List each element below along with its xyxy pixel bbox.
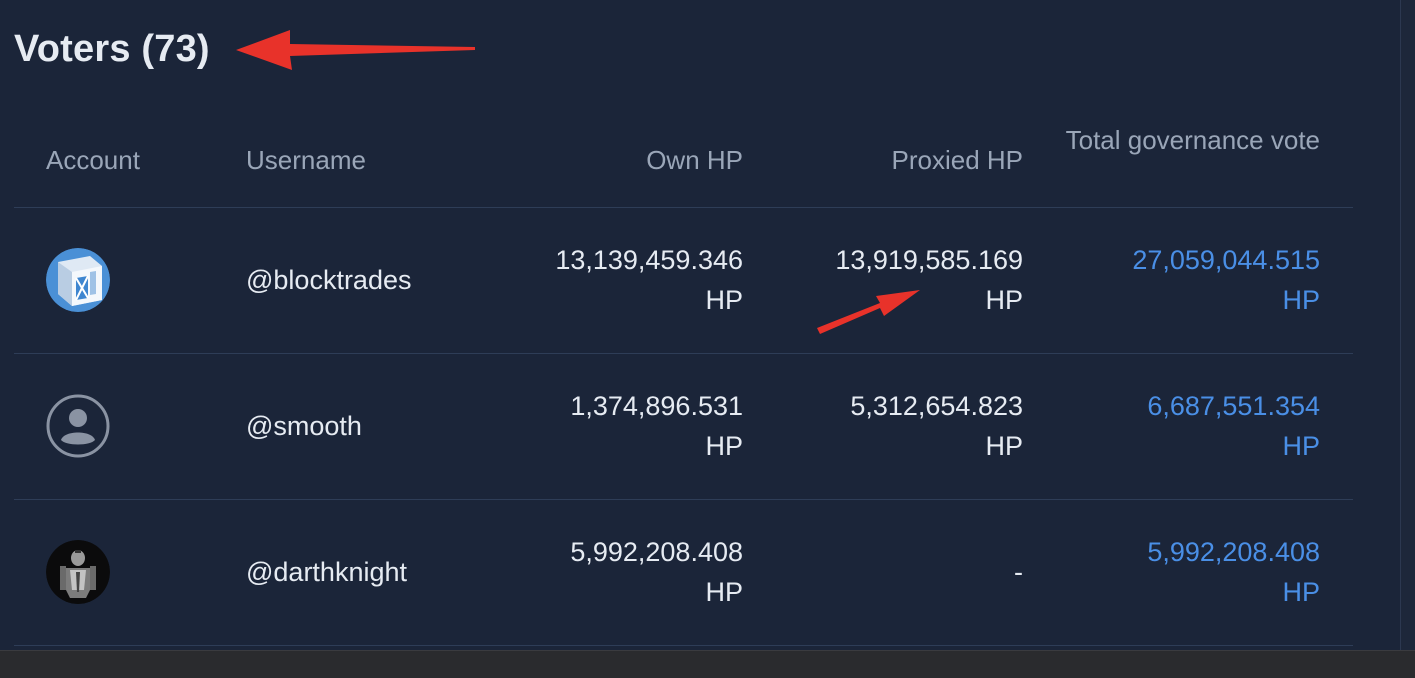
total-vote-unit: HP (1282, 285, 1320, 315)
total-vote-amount: 6,687,551.354 (1147, 391, 1320, 421)
proxied-hp-value: 5,312,654.823 HP (780, 386, 1023, 466)
username-link[interactable]: @smooth (246, 406, 362, 446)
voters-title: Voters (73) (14, 28, 210, 70)
total-vote-value[interactable]: 5,992,208.408 HP (1060, 532, 1320, 612)
proxied-hp-unit: HP (985, 431, 1023, 461)
table-row: @darthknight 5,992,208.408 HP - 5,992,20… (0, 499, 1400, 645)
proxied-hp-unit: HP (985, 285, 1023, 315)
own-hp-unit: HP (705, 285, 743, 315)
table-divider (14, 645, 1353, 646)
column-header-username: Username (246, 145, 366, 175)
own-hp-unit: HP (705, 431, 743, 461)
blocktrades-logo-icon[interactable] (46, 248, 110, 312)
proxied-hp-amount: 5,312,654.823 (850, 391, 1023, 421)
total-vote-unit: HP (1282, 431, 1320, 461)
own-hp-amount: 13,139,459.346 (555, 245, 743, 275)
total-vote-value[interactable]: 6,687,551.354 HP (1060, 386, 1320, 466)
own-hp-unit: HP (705, 577, 743, 607)
scrollbar-track[interactable] (1400, 0, 1415, 650)
default-user-icon[interactable] (46, 394, 110, 458)
total-vote-unit: HP (1282, 577, 1320, 607)
total-vote-amount: 5,992,208.408 (1147, 537, 1320, 567)
proxied-hp-value: 13,919,585.169 HP (780, 240, 1023, 320)
voters-panel: Voters (73) Account Username Own HP Prox… (0, 0, 1400, 650)
table-row: @smooth 1,374,896.531 HP 5,312,654.823 H… (0, 353, 1400, 499)
own-hp-amount: 5,992,208.408 (570, 537, 743, 567)
default-user-graphic (46, 394, 110, 458)
proxied-hp-empty: - (1014, 557, 1023, 587)
column-header-account: Account (46, 145, 140, 175)
own-hp-amount: 1,374,896.531 (570, 391, 743, 421)
column-header-own-hp: Own HP (646, 145, 743, 175)
knight-avatar-graphic (46, 540, 110, 604)
blocktrades-logo-graphic (46, 248, 110, 312)
total-vote-amount: 27,059,044.515 (1132, 245, 1320, 275)
username-link[interactable]: @blocktrades (246, 260, 411, 300)
column-header-total-governance-vote: Total governance vote (1065, 125, 1320, 155)
column-header-proxied-hp: Proxied HP (891, 145, 1024, 175)
knight-avatar-icon[interactable] (46, 540, 110, 604)
proxied-hp-amount: 13,919,585.169 (835, 245, 1023, 275)
own-hp-value: 1,374,896.531 HP (500, 386, 743, 466)
total-vote-value[interactable]: 27,059,044.515 HP (1060, 240, 1320, 320)
own-hp-value: 5,992,208.408 HP (500, 532, 743, 612)
table-row: @blocktrades 13,139,459.346 HP 13,919,58… (0, 207, 1400, 353)
own-hp-value: 13,139,459.346 HP (500, 240, 743, 320)
bottom-bar (0, 650, 1415, 678)
username-link[interactable]: @darthknight (246, 552, 407, 592)
